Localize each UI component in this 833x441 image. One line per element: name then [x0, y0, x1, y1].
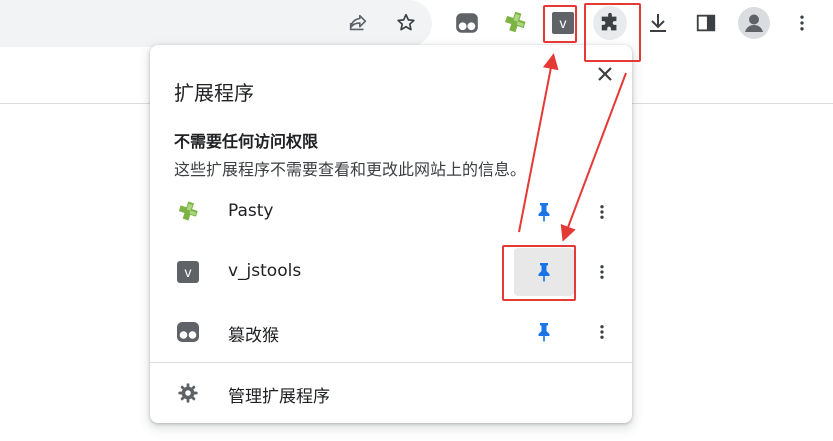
extension-name: Pasty	[228, 201, 274, 221]
gear-icon	[176, 381, 200, 405]
pasty-icon[interactable]	[498, 6, 532, 40]
extension-name: v_jstools	[228, 261, 302, 281]
section-title: 不需要任何访问权限	[174, 132, 319, 151]
more-vert-icon	[600, 205, 604, 219]
tampermonkey-icon[interactable]	[450, 6, 484, 40]
more-vert-icon	[600, 265, 604, 279]
menu-more-icon[interactable]	[785, 6, 819, 40]
extension-row-tampermonkey[interactable]: 篡改猴	[150, 302, 632, 362]
v-jstools-letter: v	[185, 264, 192, 280]
bookmark-star-icon[interactable]	[389, 6, 423, 40]
pasty-icon	[176, 200, 200, 224]
manage-extensions-label: 管理扩展程序	[228, 387, 330, 407]
section-description: 这些扩展程序不需要查看和更改此网站上的信息。	[174, 160, 527, 179]
pin-icon	[538, 203, 550, 222]
browser-window: v 扩展程序 不需要任何访问权限 这些扩展程序不需要查看和更改此网站上的信息。	[0, 0, 833, 441]
download-icon[interactable]	[641, 6, 675, 40]
browser-toolbar: v	[0, 0, 833, 48]
annotation-box-puzzle	[584, 3, 641, 62]
extension-more-button[interactable]	[586, 316, 618, 348]
extension-row-pasty[interactable]: Pasty	[150, 182, 632, 242]
extensions-menu-popup: 扩展程序 不需要任何访问权限 这些扩展程序不需要查看和更改此网站上的信息。 Pa…	[150, 45, 632, 423]
side-panel-icon[interactable]	[689, 6, 723, 40]
v-jstools-icon: v	[176, 260, 200, 284]
close-button[interactable]	[590, 59, 620, 89]
popup-title: 扩展程序	[174, 81, 254, 105]
extension-more-button[interactable]	[586, 256, 618, 288]
extension-more-button[interactable]	[586, 196, 618, 228]
tampermonkey-icon	[176, 320, 200, 344]
profile-avatar-icon[interactable]	[737, 6, 771, 40]
pin-button[interactable]	[514, 308, 574, 356]
more-vert-icon	[600, 325, 604, 339]
pin-icon	[538, 323, 550, 342]
share-icon[interactable]	[341, 6, 375, 40]
annotation-box-pin	[502, 245, 576, 301]
manage-extensions-button[interactable]: 管理扩展程序	[150, 363, 632, 423]
extension-name: 篡改猴	[228, 326, 279, 346]
annotation-box-toolbar-v	[543, 5, 577, 43]
pin-button[interactable]	[514, 188, 574, 236]
close-icon	[598, 67, 612, 81]
